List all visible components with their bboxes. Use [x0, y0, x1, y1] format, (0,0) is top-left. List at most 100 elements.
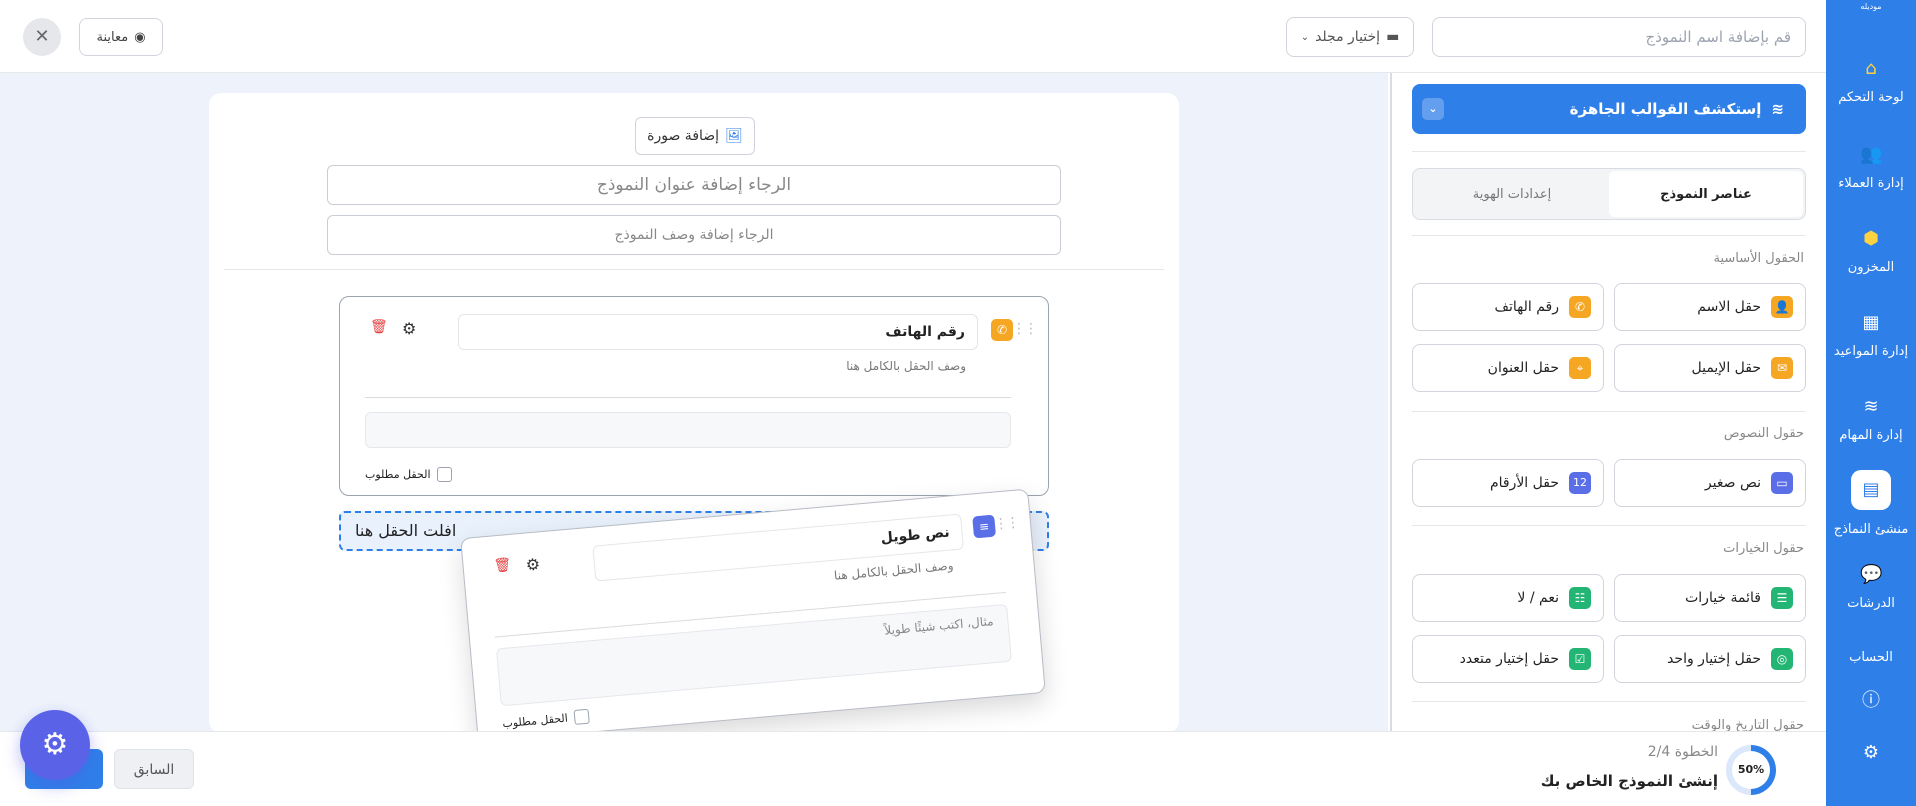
panel-tabs: عناصر النموذج إعدادات الهوية: [1412, 168, 1806, 220]
settings-icon[interactable]: ⚙: [525, 554, 541, 574]
divider: [1412, 701, 1806, 702]
form-title-input[interactable]: الرجاء إضافة عنوان النموذج: [327, 165, 1061, 205]
field-description[interactable]: وصف الحقل بالكامل هنا: [846, 359, 966, 373]
form-name-input[interactable]: قم بإضافة اسم النموذج: [1432, 17, 1806, 57]
tab-form-elements[interactable]: عناصر النموذج: [1609, 171, 1803, 217]
field-preview-input: [365, 412, 1011, 448]
checklist-icon: ☷: [1569, 587, 1591, 609]
drag-handle-icon[interactable]: ⋮⋮: [993, 515, 1018, 533]
previous-button[interactable]: السابق: [114, 749, 194, 789]
nav-item-label: إدارة المواعيد: [1833, 344, 1909, 359]
folder-select[interactable]: ▬ إختيار مجلد ⌄: [1286, 17, 1414, 57]
home-icon: ⌂: [1865, 58, 1877, 79]
image-icon: 🖼: [725, 128, 743, 144]
preview-button[interactable]: معاينة ◉: [79, 18, 163, 56]
nav-item-tasks[interactable]: ≋ إدارة المهام: [1826, 396, 1916, 443]
required-toggle[interactable]: الحقل مطلوب: [501, 708, 590, 731]
section-title: حقول التاريخ والوقت: [1691, 718, 1804, 731]
divider: [224, 269, 1164, 270]
field-name-button[interactable]: 👤 حقل الاسم: [1614, 283, 1806, 331]
field-single-choice-button[interactable]: ◎ حقل إختيار واحد: [1614, 635, 1806, 683]
phone-field-card[interactable]: ⋮⋮ ✆ رقم الهاتف ⚙ 🗑 وصف الحقل بالكامل هن…: [339, 296, 1049, 496]
text-icon: ≡: [972, 514, 997, 539]
field-address-button[interactable]: ⌖ حقل العنوان: [1412, 344, 1604, 392]
trash-icon[interactable]: 🗑: [370, 319, 388, 335]
alert-icon[interactable]: ⓘ: [1826, 690, 1916, 722]
form-description-input[interactable]: الرجاء إضافة وصف النموذج: [327, 215, 1061, 255]
required-checkbox[interactable]: [573, 708, 590, 725]
field-button-label: نعم / لا: [1517, 590, 1559, 606]
field-phone-button[interactable]: ✆ رقم الهاتف: [1412, 283, 1604, 331]
drag-handle-icon[interactable]: ⋮⋮: [1012, 321, 1038, 337]
box-icon: ⬢: [1863, 228, 1879, 249]
preview-label: معاينة: [96, 29, 129, 45]
footer-bar: الخطوة 2/4 إنشئ النموذج الخاص بك 50% الس…: [0, 731, 1826, 806]
field-short-text-button[interactable]: ▭ نص صغير: [1614, 459, 1806, 507]
tab-branding-settings[interactable]: إعدادات الهوية: [1415, 171, 1609, 217]
person-icon: 👤: [1771, 296, 1793, 318]
section-title: حقول النصوص: [1723, 426, 1804, 441]
trash-icon[interactable]: 🗑: [493, 557, 512, 574]
divider: [365, 397, 1011, 398]
field-preview-textarea: مثال، اكتب شيئًا طويلاً: [495, 603, 1013, 707]
nav-item-account[interactable]: الحساب: [1826, 650, 1916, 665]
settings-fab[interactable]: ⚙: [20, 710, 90, 780]
calendar-icon: ▦: [1862, 312, 1880, 333]
field-button-label: حقل إختيار متعدد: [1459, 651, 1559, 667]
explore-templates-button[interactable]: ≋ إستكشف القوالب الجاهزة ⌄: [1412, 84, 1806, 134]
chat-icon: 💬: [1860, 564, 1883, 585]
gear-icon: ⚙: [41, 727, 69, 762]
field-button-label: حقل إختيار واحد: [1667, 651, 1761, 667]
nav-item-dashboard[interactable]: ⌂ لوحة التحكم: [1826, 58, 1916, 105]
field-button-label: قائمة خيارات: [1685, 590, 1761, 606]
email-icon: ✉: [1771, 357, 1793, 379]
phone-icon: ✆: [1569, 296, 1591, 318]
nav-item-inventory[interactable]: ⬢ المخزون: [1826, 228, 1916, 275]
layers-icon: ≋: [1771, 100, 1784, 118]
nav-item-label: لوحة التحكم: [1838, 90, 1904, 105]
section-title: الحقول الأساسية: [1713, 251, 1805, 266]
fields-panel: ≋ إستكشف القوالب الجاهزة ⌄ عناصر النموذج…: [1390, 73, 1826, 731]
app-root: موديله ⌂ لوحة التحكم 👥 إدارة العملاء ⬢ المخ…: [0, 0, 1916, 806]
field-button-label: نص صغير: [1704, 475, 1761, 491]
add-image-label: إضافة صورة: [647, 128, 720, 144]
nav-item-customers[interactable]: 👥 إدارة العملاء: [1826, 144, 1916, 191]
chevron-down-icon[interactable]: ⌄: [1422, 98, 1444, 120]
nav-item-label: إدارة العملاء: [1838, 176, 1904, 191]
nav-item-chats[interactable]: 💬 الدرشات: [1826, 564, 1916, 611]
field-description[interactable]: وصف الحقل بالكامل هنا: [833, 558, 954, 582]
step-indicator: الخطوة 2/4: [1647, 744, 1718, 760]
nav-item-form-builder[interactable]: ▤ منشئ النماذج: [1826, 470, 1916, 537]
field-multi-choice-button[interactable]: ☑ حقل إختيار متعدد: [1412, 635, 1604, 683]
progress-label: 50%: [1732, 751, 1770, 789]
nav-item-label: المخزون: [1847, 260, 1895, 275]
text-input-icon: ▭: [1771, 472, 1793, 494]
radio-icon: ◎: [1771, 648, 1793, 670]
settings-icon[interactable]: ⚙: [402, 319, 416, 338]
divider: [1412, 235, 1806, 236]
nav-item-label: منشئ النماذج: [1833, 522, 1909, 537]
field-choices-list-button[interactable]: ☰ قائمة خيارات: [1614, 574, 1806, 622]
form-canvas: إضافة صورة 🖼 الرجاء إضافة عنوان النموذج …: [0, 73, 1388, 743]
divider: [1412, 151, 1806, 152]
divider: [1412, 411, 1806, 412]
field-numbers-button[interactable]: 12 حقل الأرقام: [1412, 459, 1604, 507]
list-icon: ☰: [1771, 587, 1793, 609]
add-image-button[interactable]: إضافة صورة 🖼: [635, 117, 755, 155]
folder-icon: ▬: [1386, 29, 1400, 45]
required-label: الحقل مطلوب: [501, 711, 569, 731]
field-yes-no-button[interactable]: ☷ نعم / لا: [1412, 574, 1604, 622]
field-email-button[interactable]: ✉ حقل الإيميل: [1614, 344, 1806, 392]
explore-label: إستكشف القوالب الجاهزة: [1569, 100, 1762, 118]
required-label: الحقل مطلوب: [365, 468, 431, 481]
field-button-label: حقل الأرقام: [1489, 475, 1559, 491]
nav-item-label: الدرشات: [1847, 596, 1895, 611]
close-button[interactable]: ✕: [23, 18, 61, 56]
nav-item-appointments[interactable]: ▦ إدارة المواعيد: [1826, 312, 1916, 359]
gear-icon[interactable]: ⚙: [1826, 742, 1916, 774]
numbers-icon: 12: [1569, 472, 1591, 494]
nav-item-label: إدارة المهام: [1839, 428, 1903, 443]
required-checkbox[interactable]: [436, 467, 452, 482]
required-toggle[interactable]: الحقل مطلوب: [365, 467, 452, 482]
field-label-input[interactable]: رقم الهاتف: [458, 314, 978, 350]
